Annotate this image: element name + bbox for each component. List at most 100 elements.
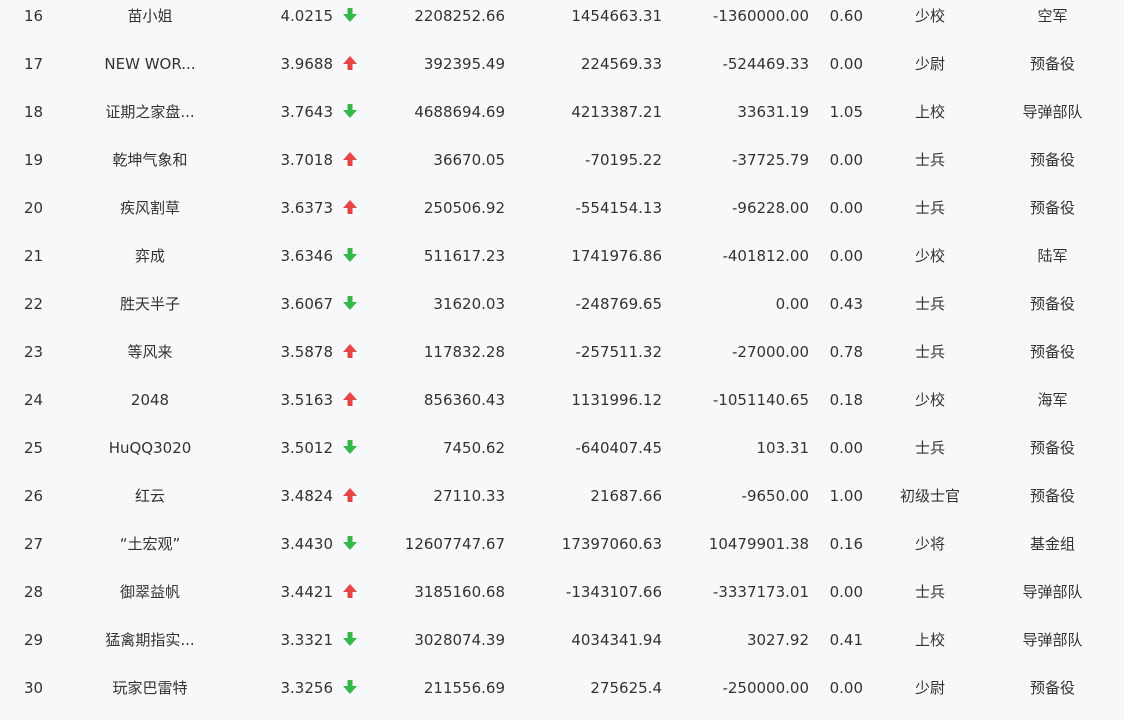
ratio-cell: 0.00 xyxy=(829,247,863,265)
score-cell: 3.3256 xyxy=(280,679,334,697)
unit-cell: 预备役 xyxy=(1029,151,1075,169)
table-row[interactable]: 18 证期之家盘... 3.7643 4688694.69 4213387.21 3363… xyxy=(0,96,1124,144)
unit-cell: 海军 xyxy=(1037,391,1068,409)
score-cell: 3.7018 xyxy=(280,151,334,169)
name-cell[interactable]: 苗小姐 xyxy=(80,0,220,32)
table-row[interactable]: 16 苗小姐 4.0215 2208252.66 1454663.31 -1360000.… xyxy=(0,0,1124,48)
value-2-cell: 224569.33 xyxy=(580,55,662,73)
value-1-cell: 2208252.66 xyxy=(414,7,505,25)
unit-cell: 预备役 xyxy=(1029,679,1075,697)
name-cell[interactable]: 乾坤气象和 xyxy=(80,144,220,176)
military-rank-cell: 初级士官 xyxy=(899,487,960,505)
table-row[interactable]: 23 等风来 3.5878 117832.28 -257511.32 -27000.00 0… xyxy=(0,336,1124,384)
table-row[interactable]: 26 红云 3.4824 27110.33 21687.66 -9650.00 1.00 初级… xyxy=(0,480,1124,528)
military-rank-cell: 士兵 xyxy=(914,199,945,217)
ratio-cell: 0.00 xyxy=(829,199,863,217)
rank-cell: 26 xyxy=(24,487,44,505)
name-cell[interactable]: 证期之家盘... xyxy=(80,96,220,128)
ratio-cell: 0.41 xyxy=(829,631,863,649)
value-2-cell: -554154.13 xyxy=(575,199,662,217)
arrow-up-icon xyxy=(342,487,360,505)
score-cell: 3.6346 xyxy=(280,247,334,265)
table-row[interactable]: 19 乾坤气象和 3.7018 36670.05 -70195.22 -37725.79 0… xyxy=(0,144,1124,192)
arrow-up-icon xyxy=(342,151,360,169)
table-row[interactable]: 27 “土宏观” 3.4430 12607747.67 17397060.63 10479… xyxy=(0,528,1124,576)
ratio-cell: 0.60 xyxy=(829,7,863,25)
name-cell[interactable]: “土宏观” xyxy=(80,528,220,560)
unit-cell: 空军 xyxy=(1037,7,1068,25)
name-cell[interactable]: 玩家巴雷特 xyxy=(80,672,220,704)
table-row[interactable]: 21 弈成 3.6346 511617.23 1741976.86 -401812.00 0… xyxy=(0,240,1124,288)
table-row[interactable]: 20 疾风割草 3.6373 250506.92 -554154.13 -96228.00… xyxy=(0,192,1124,240)
rank-cell: 27 xyxy=(24,535,44,553)
name-cell[interactable]: 胜天半子 xyxy=(80,288,220,320)
score-cell: 3.5878 xyxy=(280,343,334,361)
value-3-cell: 10479901.38 xyxy=(708,535,809,553)
ratio-cell: 0.78 xyxy=(829,343,863,361)
table-row[interactable]: 22 胜天半子 3.6067 31620.03 -248769.65 0.00 0.43 士兵… xyxy=(0,288,1124,336)
rank-cell: 29 xyxy=(24,631,44,649)
unit-cell: 导弹部队 xyxy=(1022,631,1083,649)
rank-cell: 22 xyxy=(24,295,44,313)
value-2-cell: 1131996.12 xyxy=(571,391,662,409)
table-row[interactable]: 30 玩家巴雷特 3.3256 211556.69 275625.4 -250000.00… xyxy=(0,672,1124,720)
military-rank-cell: 士兵 xyxy=(914,295,945,313)
arrow-up-icon xyxy=(342,583,360,601)
military-rank-cell: 上校 xyxy=(914,103,945,121)
ratio-cell: 0.00 xyxy=(829,439,863,457)
military-rank-cell: 少尉 xyxy=(914,55,945,73)
table-row[interactable]: 29 猛禽期指实... 3.3321 3028074.39 4034341.94 3027… xyxy=(0,624,1124,672)
unit-cell: 预备役 xyxy=(1029,343,1075,361)
name-cell[interactable]: 等风来 xyxy=(80,336,220,368)
name-cell[interactable]: HuQQ3020 xyxy=(80,432,220,464)
value-2-cell: 17397060.63 xyxy=(561,535,662,553)
score-cell: 3.9688 xyxy=(280,55,334,73)
value-2-cell: -70195.22 xyxy=(585,151,662,169)
value-2-cell: 275625.4 xyxy=(590,679,662,697)
name-cell[interactable]: NEW WOR... xyxy=(80,48,220,80)
table-row[interactable]: 17 NEW WOR... 3.9688 392395.49 224569.33 -524… xyxy=(0,48,1124,96)
rank-cell: 20 xyxy=(24,199,44,217)
value-1-cell: 392395.49 xyxy=(423,55,505,73)
arrow-down-icon xyxy=(342,439,360,457)
military-rank-cell: 少尉 xyxy=(914,679,945,697)
name-cell[interactable]: 弈成 xyxy=(80,240,220,272)
name-cell[interactable]: 猛禽期指实... xyxy=(80,624,220,656)
name-cell[interactable]: 红云 xyxy=(80,480,220,512)
value-1-cell: 27110.33 xyxy=(433,487,505,505)
score-cell: 3.6373 xyxy=(280,199,334,217)
value-2-cell: 1454663.31 xyxy=(571,7,662,25)
table-row[interactable]: 28 御翠益帆 3.4421 3185160.68 -1343107.66 -333717… xyxy=(0,576,1124,624)
name-cell[interactable]: 疾风割草 xyxy=(80,192,220,224)
military-rank-cell: 少校 xyxy=(914,7,945,25)
score-cell: 3.4421 xyxy=(280,583,334,601)
value-2-cell: -640407.45 xyxy=(575,439,662,457)
ratio-cell: 0.43 xyxy=(829,295,863,313)
score-cell: 3.4824 xyxy=(280,487,334,505)
score-cell: 3.3321 xyxy=(280,631,334,649)
ratio-cell: 0.00 xyxy=(829,583,863,601)
value-1-cell: 856360.43 xyxy=(423,391,505,409)
rank-cell: 19 xyxy=(24,151,44,169)
table-row[interactable]: 24 2048 3.5163 856360.43 1131996.12 -1051140.… xyxy=(0,384,1124,432)
score-cell: 3.4430 xyxy=(280,535,334,553)
value-2-cell: -257511.32 xyxy=(575,343,662,361)
table-row[interactable]: 25 HuQQ3020 3.5012 7450.62 -640407.45 103.31 0… xyxy=(0,432,1124,480)
unit-cell: 预备役 xyxy=(1029,487,1075,505)
value-2-cell: 21687.66 xyxy=(590,487,662,505)
value-3-cell: 103.31 xyxy=(756,439,810,457)
value-2-cell: -248769.65 xyxy=(575,295,662,313)
value-1-cell: 4688694.69 xyxy=(414,103,505,121)
value-1-cell: 3028074.39 xyxy=(414,631,505,649)
score-cell: 4.0215 xyxy=(280,7,334,25)
name-cell[interactable]: 御翠益帆 xyxy=(80,576,220,608)
arrow-down-icon xyxy=(342,7,360,25)
value-3-cell: -96228.00 xyxy=(732,199,809,217)
unit-cell: 导弹部队 xyxy=(1022,583,1083,601)
rank-cell: 17 xyxy=(24,55,44,73)
name-cell[interactable]: 2048 xyxy=(80,384,220,416)
score-cell: 3.5163 xyxy=(280,391,334,409)
military-rank-cell: 上校 xyxy=(914,631,945,649)
unit-cell: 预备役 xyxy=(1029,55,1075,73)
military-rank-cell: 少校 xyxy=(914,391,945,409)
